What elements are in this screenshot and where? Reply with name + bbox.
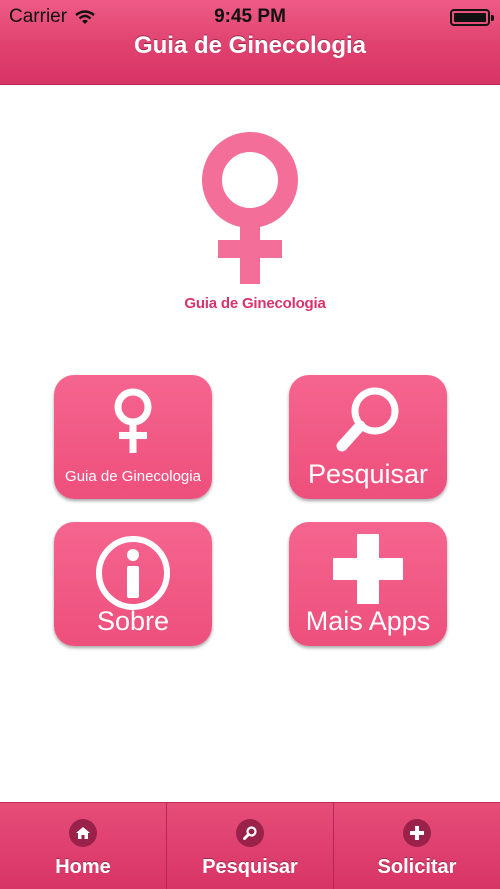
sobre-label: Sobre — [96, 606, 170, 636]
search-icon — [289, 384, 447, 454]
mais-apps-button[interactable]: Mais Apps — [289, 522, 447, 646]
app-logo: Guia de Ginecologia — [175, 132, 335, 322]
home-icon — [69, 819, 97, 847]
logo-label: Guia de Ginecologia — [184, 295, 326, 312]
info-icon — [54, 534, 212, 612]
guia-ginecologia-label: Guia de Ginecologia — [65, 468, 201, 485]
status-bar: Carrier 9:45 PM — [0, 0, 500, 34]
tab-bar: Home Pesquisar Solicitar — [0, 802, 500, 889]
guia-ginecologia-button[interactable]: Guia de Ginecologia — [54, 375, 212, 499]
tab-pesquisar-label: Pesquisar — [202, 856, 298, 878]
female-symbol-icon — [202, 132, 298, 284]
pesquisar-label: Pesquisar — [307, 459, 429, 489]
plus-icon — [403, 819, 431, 847]
clock: 9:45 PM — [214, 6, 286, 27]
plus-icon — [289, 532, 447, 606]
pesquisar-button[interactable]: Pesquisar — [289, 375, 447, 499]
page-title: Guia de Ginecologia — [133, 32, 367, 59]
sobre-button[interactable]: Sobre — [54, 522, 212, 646]
mais-apps-label: Mais Apps — [305, 606, 431, 636]
tab-home-label: Home — [55, 856, 111, 878]
tab-home[interactable]: Home — [0, 803, 167, 889]
tab-solicitar[interactable]: Solicitar — [334, 803, 500, 889]
battery-icon — [450, 9, 494, 26]
tab-solicitar-label: Solicitar — [377, 856, 457, 878]
search-icon — [236, 819, 264, 847]
tab-pesquisar[interactable]: Pesquisar — [167, 803, 334, 889]
navigation-bar: Carrier 9:45 PM Guia de Ginecologia — [0, 0, 500, 85]
female-symbol-icon — [54, 387, 212, 457]
